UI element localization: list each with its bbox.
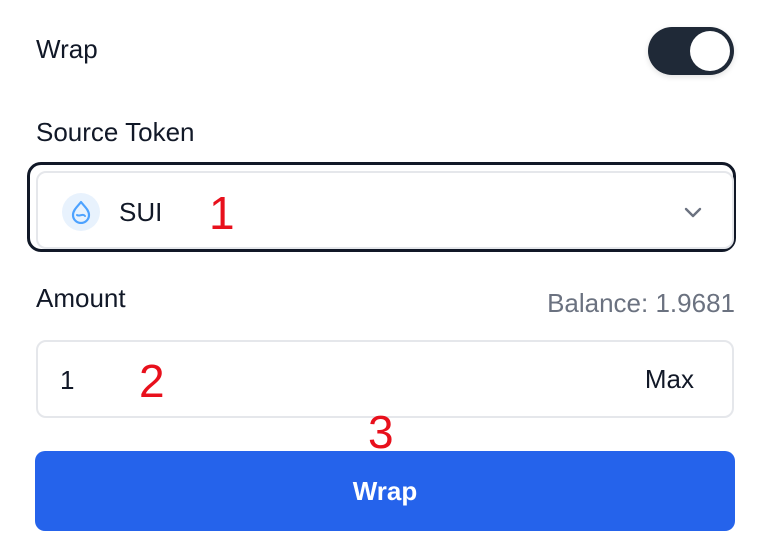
amount-label: Amount — [36, 283, 126, 313]
wrap-panel: Wrap Source Token SUI 1 Amount Balance: … — [0, 0, 771, 559]
wrap-toggle[interactable] — [648, 27, 734, 75]
annotation-marker-1: 1 — [209, 187, 235, 239]
wrap-button[interactable]: Wrap — [35, 451, 735, 531]
source-token-label: Source Token — [36, 117, 195, 147]
sui-droplet-icon — [62, 193, 100, 231]
balance-text: Balance: 1.9681 — [547, 288, 735, 318]
annotation-marker-2: 2 — [139, 355, 165, 407]
wrap-toggle-label: Wrap — [36, 34, 98, 64]
source-token-select[interactable]: SUI — [36, 171, 734, 249]
selected-token-name: SUI — [119, 197, 163, 227]
chevron-down-icon — [684, 207, 702, 218]
toggle-knob — [690, 31, 730, 71]
annotation-marker-3: 3 — [368, 406, 394, 458]
max-button[interactable]: Max — [645, 364, 694, 395]
amount-input[interactable] — [60, 360, 560, 400]
